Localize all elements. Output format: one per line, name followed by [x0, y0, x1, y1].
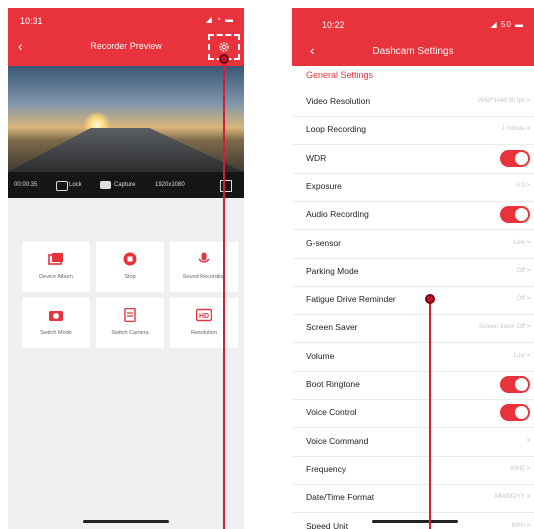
grid-label: Device Album [39, 274, 73, 280]
record-timer: 00:00:35 [14, 182, 38, 188]
gear-icon[interactable] [217, 40, 231, 54]
lock-icon [56, 181, 68, 191]
setting-label: Speed Unit [306, 520, 349, 529]
camera-icon [100, 181, 111, 189]
setting-value: Screen Saver Off > [478, 324, 530, 331]
setting-value: MM/DD/YY > [494, 494, 530, 501]
setting-label: WDR [306, 152, 327, 163]
setting-row[interactable]: Video Resolution 2560*1440 30 fps > [292, 88, 534, 117]
grid-label: Switch Camera [111, 330, 149, 336]
setting-label: Loop Recording [306, 124, 367, 135]
sound-recording-button[interactable]: Sound Recording [170, 242, 238, 292]
setting-value: 0.0 > [516, 182, 530, 189]
switch-camera-icon [124, 308, 136, 322]
fullscreen-icon[interactable] [220, 180, 232, 192]
setting-row[interactable]: Fatigue Drive Reminder Off > [292, 286, 534, 316]
status-time: 10:31 [20, 16, 43, 26]
setting-row[interactable]: Audio Recording [292, 201, 534, 231]
recorder-preview-screen: 10:31 ◢ ◔ ▬ ‹ Recorder Preview 00:00:35 … [8, 8, 244, 529]
switch-mode-button[interactable]: Switch Mode [22, 298, 90, 348]
setting-label: Exposure [306, 180, 342, 191]
mic-icon [198, 252, 210, 263]
setting-row[interactable]: Boot Ringtone [292, 371, 534, 400]
setting-label: Date/Time Format [306, 492, 375, 503]
setting-value: Off > [516, 267, 530, 274]
pointer-dot-right [425, 294, 435, 304]
setting-row[interactable]: Screen Saver Screen Saver Off > [292, 314, 534, 344]
setting-label: Parking Mode [306, 265, 359, 276]
grid-label: Switch Mode [40, 330, 72, 336]
grid-label: Sound Recording [182, 274, 226, 280]
setting-label: Voice Command [306, 435, 369, 446]
setting-label: Audio Recording [306, 209, 369, 220]
stop-icon [123, 252, 137, 266]
setting-row[interactable]: Exposure 0.0 > [292, 173, 534, 202]
setting-toggle[interactable] [500, 376, 530, 393]
setting-row[interactable]: Loop Recording 1 minute > [292, 116, 534, 146]
grid-label: Stop [124, 274, 136, 280]
setting-value: > [526, 437, 530, 444]
home-indicator [372, 520, 458, 523]
video-preview[interactable] [8, 66, 244, 172]
grid-label: Resolution [191, 330, 217, 336]
setting-value: 60HZ > [510, 465, 530, 472]
setting-row[interactable]: Frequency 60HZ > [292, 456, 534, 485]
setting-row[interactable]: Parking Mode Off > [292, 258, 534, 287]
album-icon [48, 253, 63, 265]
hd-icon: HD [196, 308, 212, 322]
setting-label: G-sensor [306, 237, 341, 248]
resolution-button[interactable]: HD Resolution [170, 298, 238, 348]
setting-value: 2560*1440 30 fps > [477, 98, 530, 104]
pointer-line-right [429, 301, 431, 529]
status-time: 10:22 [322, 20, 345, 30]
resolution-readout: 1920x1080 [155, 182, 185, 188]
setting-label: Boot Ringtone [306, 379, 360, 389]
setting-label: Fatigue Drive Reminder [306, 294, 396, 305]
setting-value: Low > [513, 239, 530, 246]
road [8, 128, 244, 172]
setting-value: Off > [516, 296, 530, 303]
setting-row[interactable]: G-sensor Low > [292, 230, 534, 259]
header-bar: 10:22 ◢ 50 ▬ ‹ Dashcam Settings [292, 8, 534, 66]
setting-toggle[interactable] [500, 149, 530, 167]
setting-row[interactable]: Voice Command > [292, 428, 534, 457]
status-icons: ◢ 50 ▬ [490, 20, 524, 29]
home-indicator [83, 520, 169, 523]
camera-icon [49, 311, 63, 321]
setting-value: MPH > [511, 522, 530, 529]
page-title: Dashcam Settings [372, 46, 454, 57]
dashcam-settings-screen: 10:22 ◢ 50 ▬ ‹ Dashcam Settings General … [292, 8, 534, 529]
setting-label: Voice Control [306, 407, 357, 418]
setting-value: 1 minute > [501, 126, 530, 133]
setting-toggle[interactable] [500, 404, 530, 422]
setting-row[interactable]: Date/Time Format MM/DD/YY > [292, 484, 534, 514]
video-control-bar: 00:00:35 Lock Capture 1920x1080 [8, 172, 244, 198]
device-album-button[interactable]: Device Album [22, 242, 90, 292]
header-bar: 10:31 ◢ ◔ ▬ ‹ Recorder Preview [8, 8, 244, 66]
status-icons: ◢ ◔ ▬ [205, 15, 234, 24]
setting-label: Volume [306, 350, 335, 361]
capture-button[interactable]: Capture [114, 182, 135, 188]
setting-row[interactable]: Voice Control [292, 399, 534, 429]
section-header: General Settings [306, 70, 374, 80]
setting-label: Screen Saver [306, 322, 358, 333]
setting-toggle[interactable] [500, 206, 530, 224]
hd-badge: HD [199, 313, 209, 320]
pointer-dot-left [219, 54, 229, 64]
switch-camera-button[interactable]: Switch Camera [96, 298, 164, 348]
pointer-line-left [223, 60, 225, 529]
setting-row[interactable]: WDR [292, 145, 534, 174]
setting-label: Video Resolution [306, 96, 371, 106]
stop-button[interactable]: Stop [96, 242, 164, 292]
setting-value: Low > [513, 352, 530, 359]
setting-label: Frequency [306, 463, 347, 474]
setting-row[interactable]: Volume Low > [292, 343, 534, 372]
lock-button[interactable]: Lock [69, 182, 82, 188]
